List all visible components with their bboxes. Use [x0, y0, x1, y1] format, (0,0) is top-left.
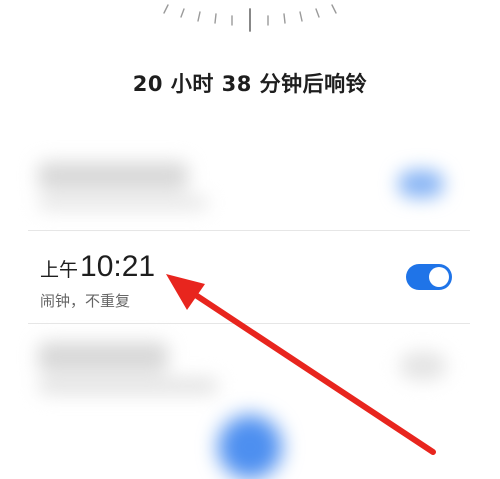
- dial-tick: [299, 11, 303, 22]
- alarm-subtitle: 闹钟，不重复: [40, 292, 131, 310]
- dial-tick: [331, 4, 337, 14]
- dial-tick: [197, 11, 201, 22]
- divider: [28, 230, 470, 231]
- dial-tick: [283, 13, 286, 24]
- alarm-ampm: 上午: [40, 259, 79, 281]
- blurred-placeholder: [38, 162, 188, 190]
- alarm-toggle-switch[interactable]: [406, 264, 452, 290]
- blurred-placeholder: [38, 378, 218, 394]
- alarm-time: 10:21: [80, 250, 156, 283]
- blurred-toggle: [398, 170, 444, 198]
- add-alarm-button[interactable]: [218, 415, 282, 479]
- ring-countdown-text: 20 小时 38 分钟后响铃: [132, 72, 368, 96]
- blurred-toggle: [400, 352, 446, 380]
- alarm-item[interactable]: 上午10:21 闹钟，不重复: [28, 240, 470, 320]
- dial-tick: [163, 4, 169, 14]
- alarm-time-line: 上午10:21: [40, 250, 155, 284]
- divider: [28, 323, 470, 324]
- toggle-knob: [429, 267, 449, 287]
- clock-dial: [163, 4, 337, 32]
- alarm-item-blurred[interactable]: [28, 152, 470, 222]
- blurred-placeholder: [38, 196, 208, 210]
- dial-tick: [214, 13, 217, 24]
- dial-tick: [180, 8, 185, 18]
- blurred-placeholder: [38, 342, 168, 372]
- alarm-item-blurred[interactable]: [28, 334, 470, 404]
- dial-tick: [315, 8, 320, 18]
